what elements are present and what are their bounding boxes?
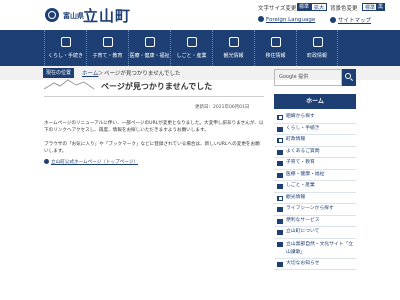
bullet-icon [277,218,283,224]
bullet-icon [277,138,283,143]
color-black-button[interactable]: 黒 [376,3,386,11]
sidebar-item-organization[interactable]: 組織から探す [274,112,356,124]
font-size-label: 文字サイズ変更 [258,6,297,12]
sidebar-menu: 組織から探す くらし・手続き 町政情報 よくあるご質問 子育て・教育 医療・健康… [274,112,356,270]
updated-date: 更新日：2021年06月01日 [195,105,250,110]
background-color-label: 背景色変更 [330,6,358,12]
town-emblem-icon[interactable] [45,8,59,22]
government-icon [313,37,323,47]
sidebar-item-sightseeing[interactable]: 観光情報 [274,193,356,204]
main-body: ホームページのリニューアルに伴い、一部ページのURLが変更となりました。大変申し… [44,120,264,162]
bullet-icon [277,195,283,201]
site-search: Google 提供 [274,69,356,86]
mountain-icon [44,79,94,90]
sidebar-item-childcare[interactable]: 子育て・教育 [274,158,356,170]
sitemap-icon [330,17,336,23]
arrow-icon [44,159,49,164]
top-page-link[interactable]: 立山町公式ホームページ（トップページ） [44,159,138,165]
health-icon [145,37,155,47]
sidebar-item-lifescene[interactable]: ライフシーンから探す [274,204,356,216]
bullet-icon [277,126,283,132]
nav-item-relocation[interactable]: 移住情報 [254,30,296,66]
sidebar-item-tateyama-sanka[interactable]: 立山黒部自然・文化サイト「立山讃歌」 [274,239,356,259]
bullet-icon [277,115,283,120]
relocation-icon [271,37,281,47]
bullet-icon [277,241,283,247]
body-paragraph-2: ブラウザの「お気に入り」や「ブックマーク」などに登録されている場合は、新しいUR… [44,142,260,154]
sidebar-item-services[interactable]: 便利なサービス [274,216,356,227]
home-icon [61,37,71,47]
page-title: ページが見つかりませんでした [101,82,213,91]
bullet-icon [277,149,283,155]
font-size-standard-button[interactable]: 標準 [297,3,312,11]
search-button[interactable] [342,69,356,86]
work-icon [187,37,197,47]
nav-item-government[interactable]: 町政情報 [296,30,338,66]
font-size-large-button[interactable]: 拡大 [311,3,328,11]
sidebar-item-faq[interactable]: よくあるご質問 [274,147,356,158]
nav-item-sightseeing[interactable]: 観光情報 [212,30,254,66]
child-icon [103,37,113,47]
nav-item-living[interactable]: くらし・手続き [44,30,86,66]
sidebar-item-about[interactable]: 立山町について [274,227,356,239]
prefecture-name[interactable]: 富山県 [63,11,84,21]
bullet-icon [277,230,283,235]
foreign-language-link[interactable]: Foreign Language [258,16,315,23]
globe-icon [258,16,264,22]
sidebar-item-health[interactable]: 医療・健康・福祉 [274,170,356,181]
bullet-icon [277,184,283,189]
sidebar-item-government[interactable]: 町政情報 [274,135,356,147]
nav-item-work[interactable]: しごと・産業 [170,30,212,66]
sidebar-item-living[interactable]: くらし・手続き [274,124,356,135]
nav-item-health[interactable]: 医療・健康・福祉 [128,30,170,66]
town-name[interactable]: 立山町 [83,5,131,26]
global-nav: くらし・手続き 子育て・教育 医療・健康・福祉 しごと・産業 観光情報 移住情報… [0,30,400,66]
sidebar-item-important-notices[interactable]: 大切なお知らせ [274,259,356,270]
bullet-icon [277,261,283,267]
body-paragraph-1: ホームページのリニューアルに伴い、一部ページのURLが変更となりました。大変申し… [44,121,264,133]
bullet-icon [277,161,283,166]
nav-item-childcare[interactable]: 子育て・教育 [86,30,128,66]
sightseeing-icon [229,37,239,47]
sitemap-link[interactable]: サイトマップ [330,16,371,24]
bullet-icon [277,172,283,178]
bullet-icon [277,207,283,212]
sidebar-item-work[interactable]: しごと・産業 [274,181,356,193]
sidebar-home-header[interactable]: ホーム [274,94,356,109]
search-input[interactable]: Google 提供 [274,69,342,86]
site-header: 富山県 立山町 文字サイズ変更 標準 拡大 背景色変更 標準 黒 Foreign… [0,0,400,30]
page-title-box: ページが見つかりませんでした [44,73,264,97]
